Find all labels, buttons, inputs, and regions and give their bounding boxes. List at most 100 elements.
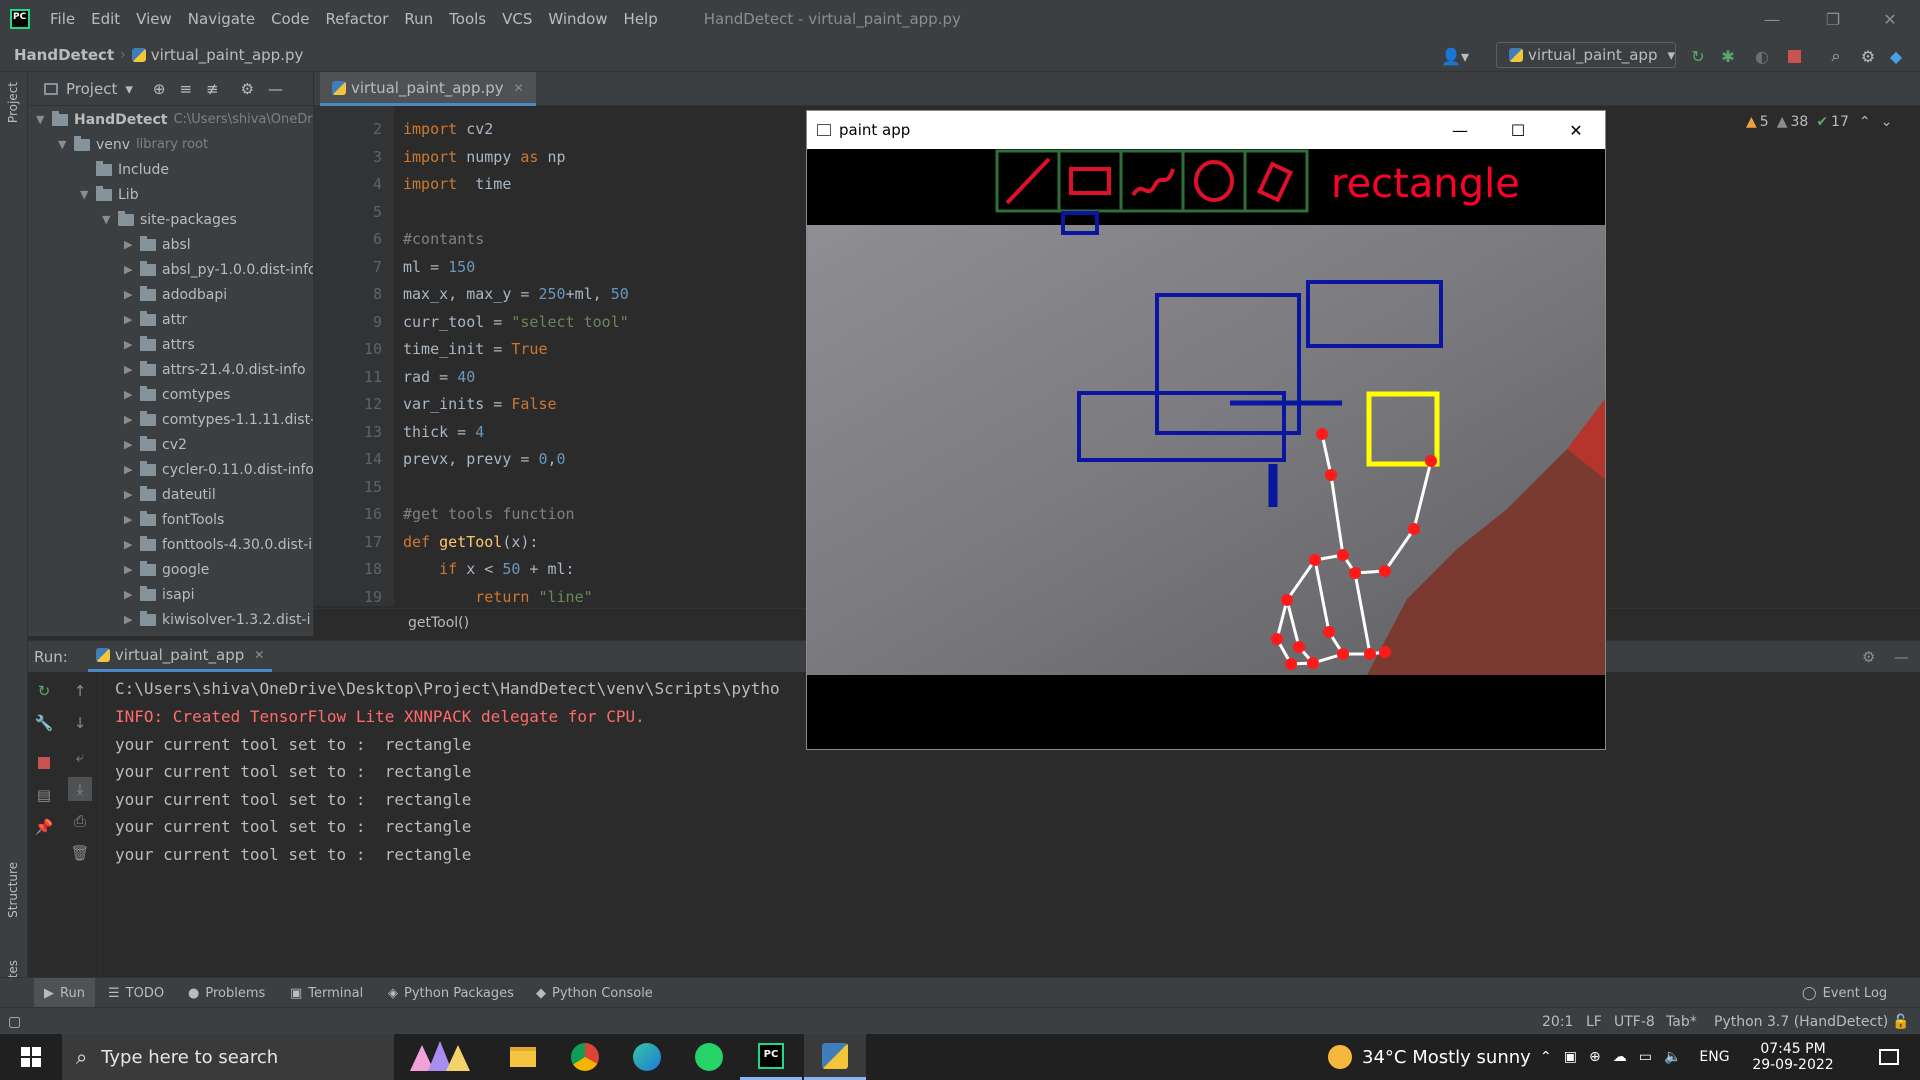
chevron-down-icon[interactable]: ▾ [125,80,133,98]
code-line[interactable]: return "line" [403,588,592,606]
breadcrumb-file[interactable]: virtual_paint_app.py [126,46,310,64]
run-config-select[interactable]: virtual_paint_app ▾ [1496,42,1676,68]
file-explorer-icon[interactable] [492,1034,554,1080]
tool-tab-python-console[interactable]: ◆ Python Console [536,978,653,1008]
inspection-widget[interactable]: ▲ 5 ▲ 38 ✔ 17 ⌃ ⌄ [1746,114,1892,130]
windows-start-icon[interactable] [0,1034,62,1080]
menu-window[interactable]: Window [540,10,615,28]
scroll-to-end-icon[interactable]: ⤓ [68,777,92,801]
tree-item-handdetect[interactable]: ▼ HandDetect C:\Users\shiva\OneDr [36,107,313,132]
clock[interactable]: 07:45 PM 29-09-2022 [1748,1034,1838,1080]
arrow-down-icon[interactable]: ↓ [68,711,92,735]
code-line[interactable]: var_inits = False [403,395,557,413]
search-highlight-icon[interactable] [392,1034,488,1080]
tree-item-package[interactable]: ▶ dateutil [124,482,216,507]
edge-icon[interactable] [616,1034,678,1080]
hide-icon[interactable]: — [268,80,283,98]
close-tab-icon[interactable]: ✕ [254,648,264,662]
python-interpreter[interactable]: Python 3.7 (HandDetect) [1714,1008,1888,1035]
gear-icon[interactable]: ⚙ [1858,46,1878,66]
tree-item-package[interactable]: ▶ adodbapi [124,282,227,307]
layout-icon[interactable]: ▤ [32,783,56,807]
tree-item-include[interactable]: Include [80,157,169,182]
close-button[interactable]: ✕ [1862,0,1918,38]
whatsapp-icon[interactable] [678,1034,740,1080]
tree-item-package[interactable]: ▶ cv2 [124,432,187,457]
structure-tool-window-label[interactable]: Structure [6,862,20,918]
weather-widget[interactable]: 34°C Mostly sunny [1328,1034,1531,1080]
tool-tab-python-packages[interactable]: ◈ Python Packages [388,978,514,1008]
tree-item-package[interactable]: ▶ attrs-21.4.0.dist-info [124,357,306,382]
menu-edit[interactable]: Edit [83,10,128,28]
tree-item-package[interactable]: ▶ isapi [124,582,195,607]
python-taskbar-icon[interactable] [804,1034,866,1080]
volume-icon[interactable]: 🔈 [1664,1049,1681,1065]
stop-icon[interactable] [1784,46,1804,66]
code-line[interactable]: thick = 4 [403,423,484,441]
code-line[interactable]: prevx, prevy = 0,0 [403,450,566,468]
layout-toggle-icon[interactable]: ▢ [8,1008,21,1035]
code-line[interactable]: import numpy as np [403,148,566,166]
arrow-up-icon[interactable]: ↑ [68,679,92,703]
breadcrumb-project[interactable]: HandDetect [0,46,120,64]
code-line[interactable]: rad = 40 [403,368,475,386]
coverage-icon[interactable]: ◐ [1752,46,1772,66]
trash-icon[interactable]: 🗑 [68,841,92,865]
tree-item-lib[interactable]: ▼ Lib [80,182,139,207]
restore-button[interactable]: ❐ [1805,0,1861,38]
tree-item-package[interactable]: ▶ comtypes [124,382,230,407]
tool-tab-terminal[interactable]: ▣ Terminal [290,978,363,1008]
lock-icon[interactable]: 🔓 [1892,1008,1909,1035]
caret-position[interactable]: 20:1 [1542,1008,1573,1035]
battery-icon[interactable]: ▭ [1639,1049,1652,1065]
close-tab-icon[interactable]: ✕ [514,81,524,95]
tree-item-package[interactable]: ▶ cycler-0.11.0.dist-info [124,457,313,482]
code-line[interactable]: import time [403,175,511,193]
code-line[interactable]: #contants [403,230,484,248]
wrench-icon[interactable]: 🔧 [32,711,56,735]
code-line[interactable]: if x < 50 + ml: [403,560,574,578]
paint-app-titlebar[interactable]: paint app — ☐ ✕ [807,111,1605,149]
cloud-icon[interactable]: ☁ [1613,1049,1627,1065]
language-indicator[interactable]: ENG [1699,1049,1729,1065]
pin-icon[interactable]: 📌 [32,815,56,839]
debug-icon[interactable]: ✱ [1718,46,1738,66]
tool-tab-todo[interactable]: ☰ TODO [108,978,164,1008]
close-button[interactable]: ✕ [1547,111,1605,149]
taskbar-search-box[interactable]: ⌕ Type here to search [62,1034,394,1080]
menu-help[interactable]: Help [616,10,666,28]
tree-item-package[interactable]: ▶ fonttools-4.30.0.dist-i [124,532,312,557]
code-line[interactable]: time_init = True [403,340,548,358]
menu-code[interactable]: Code [263,10,317,28]
menu-view[interactable]: View [128,10,180,28]
project-tool-window-label[interactable]: Project [6,82,20,123]
menu-refactor[interactable]: Refactor [317,10,396,28]
rerun-icon[interactable]: ↻ [32,679,56,703]
search-icon[interactable]: ⌕ [1826,46,1846,66]
print-icon[interactable]: ⎙ [68,809,92,833]
tree-item-package[interactable]: ▶ attr [124,307,187,332]
menu-vcs[interactable]: VCS [494,10,540,28]
tab-virtual-paint-app[interactable]: virtual_paint_app.py ✕ [320,72,536,106]
hide-icon[interactable]: — [1894,648,1909,666]
code-line[interactable]: ml = 150 [403,258,475,276]
code-line[interactable]: max_x, max_y = 250+ml, 50 [403,285,629,303]
event-log-tab[interactable]: ◯ Event Log [1802,978,1887,1008]
code-line[interactable]: import cv2 [403,120,493,138]
tree-item-venv[interactable]: ▼ venv library root [58,132,208,157]
indent-setting[interactable]: Tab* [1666,1008,1697,1035]
locate-icon[interactable]: ⊕ [153,80,166,98]
tree-item-site-packages[interactable]: ▼ site-packages [102,207,237,232]
stop-icon[interactable] [32,751,56,775]
menu-run[interactable]: Run [396,10,441,28]
code-line[interactable]: def getTool(x): [403,533,538,551]
tree-item-package[interactable]: ▶ attrs [124,332,195,357]
tray-app-icon[interactable]: ▣ [1564,1049,1577,1065]
line-separator[interactable]: LF [1586,1008,1602,1035]
chevron-up-icon[interactable]: ⌃ [1859,114,1871,130]
user-account-icon[interactable]: 👤▾ [1440,46,1470,66]
chevron-down-icon[interactable]: ⌄ [1881,114,1893,130]
chevron-up-icon[interactable]: ⌃ [1540,1049,1552,1065]
tree-item-package[interactable]: ▶ comtypes-1.1.11.dist- [124,407,313,432]
collapse-all-icon[interactable]: ≢ [206,80,219,98]
